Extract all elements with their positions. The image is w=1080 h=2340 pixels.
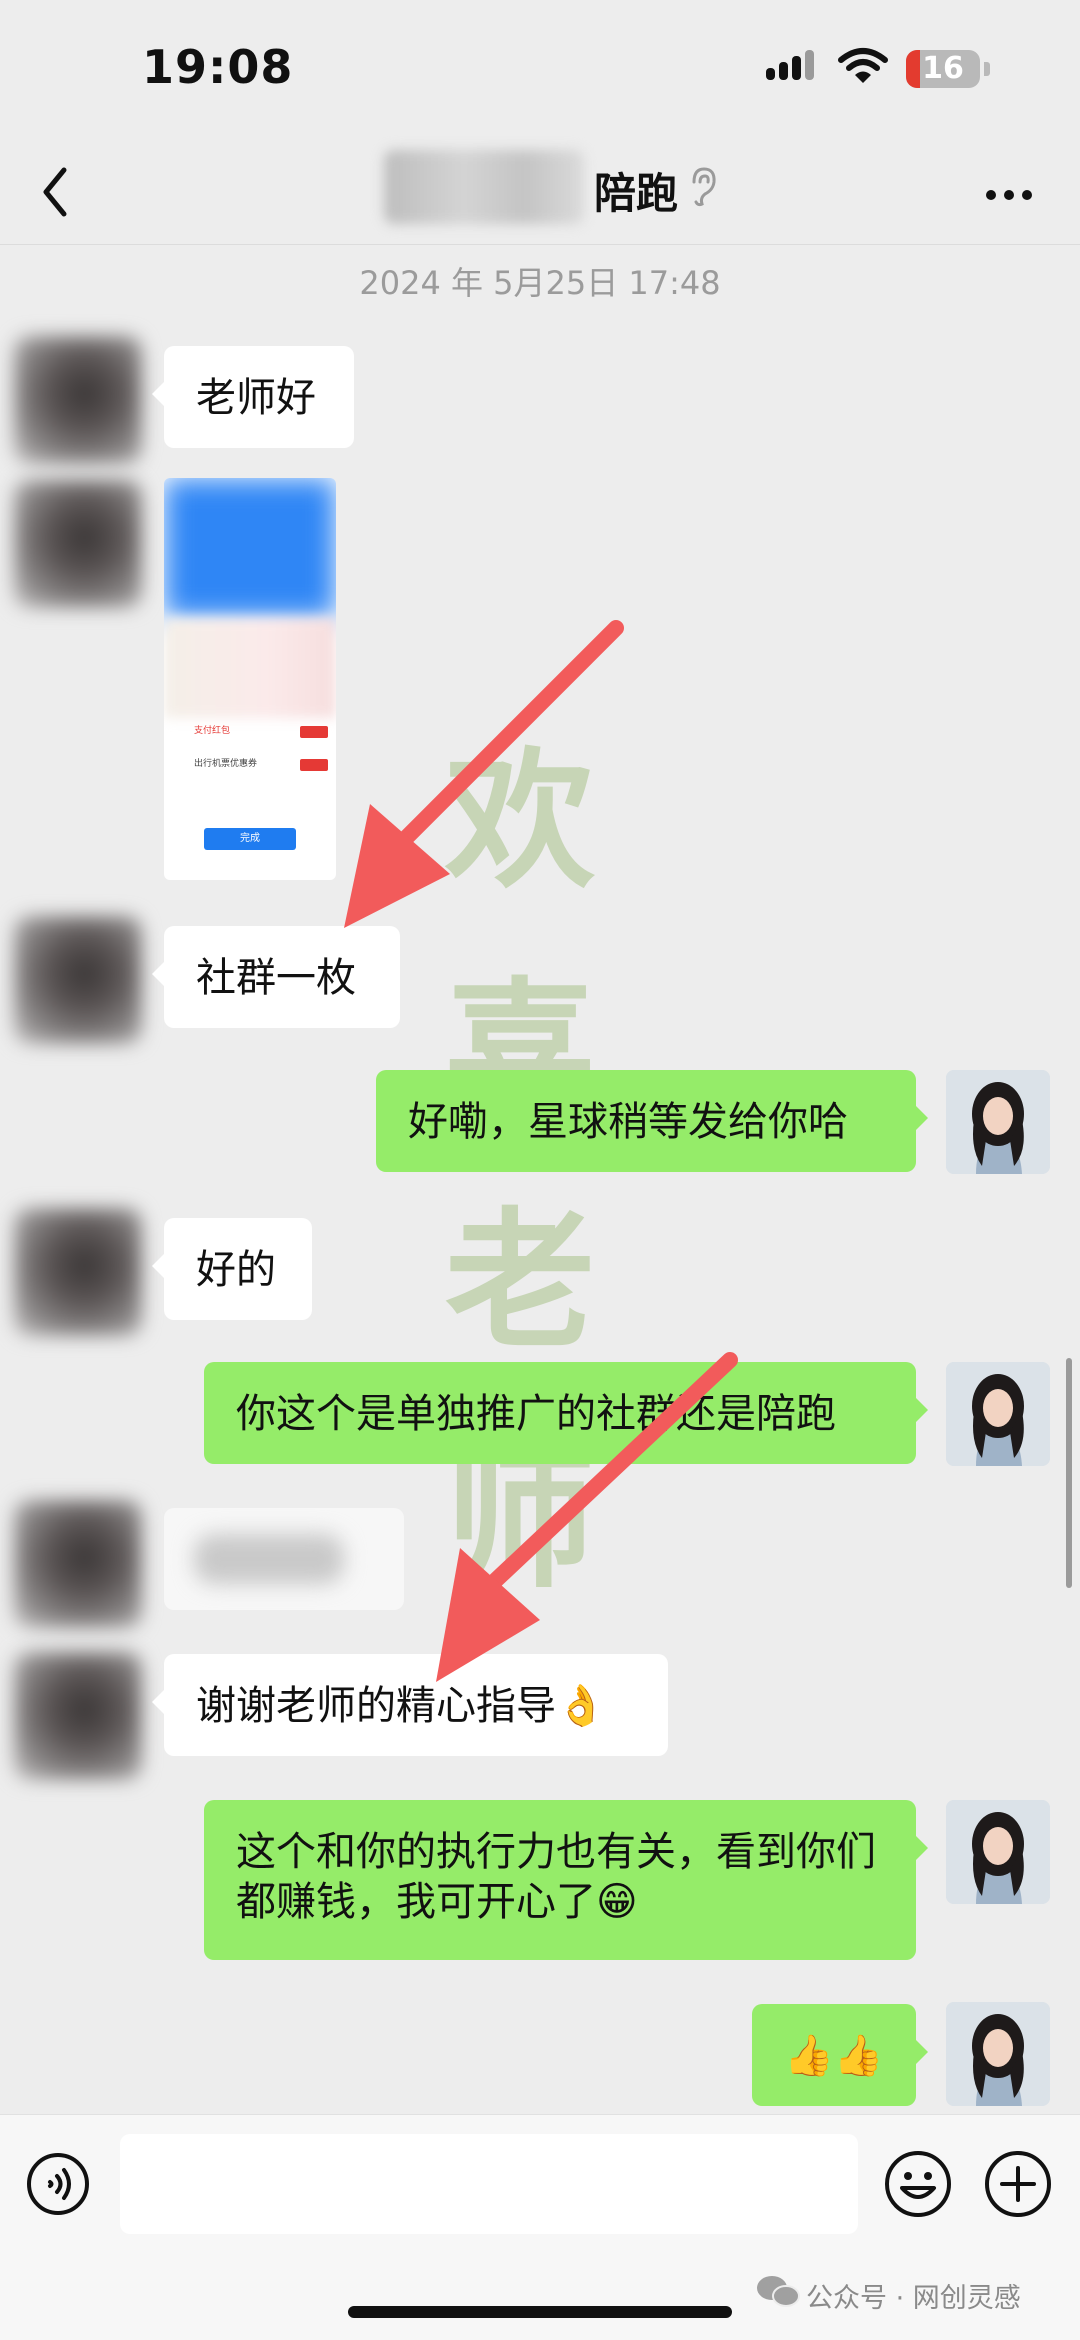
arrow-icon (344, 620, 624, 928)
arrow-icon (436, 1352, 738, 1682)
brand-label: 公众号 · 网创灵感 (806, 2283, 1021, 2314)
wechat-icon (757, 2276, 800, 2307)
voice-input-icon[interactable] (26, 2152, 90, 2216)
home-indicator[interactable] (348, 2306, 732, 2318)
annotation-arrows (344, 620, 738, 1682)
message-input[interactable] (120, 2134, 858, 2234)
scrollbar[interactable] (1066, 1358, 1072, 1588)
emoji-icon[interactable] (884, 2150, 952, 2218)
plus-icon[interactable] (984, 2150, 1052, 2218)
